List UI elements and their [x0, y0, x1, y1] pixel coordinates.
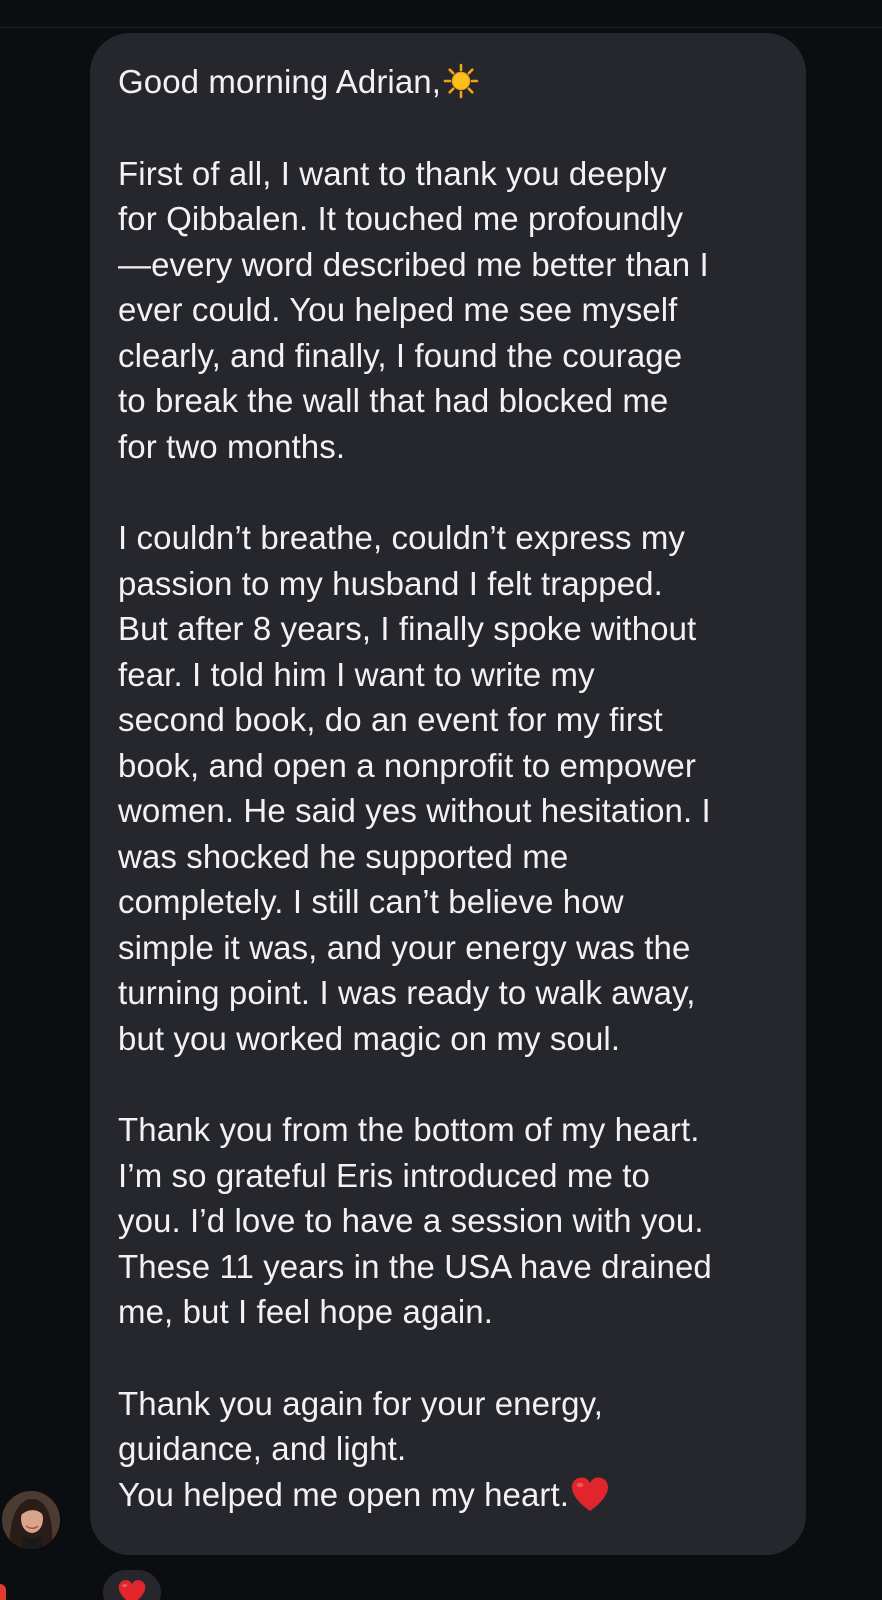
paragraph-3: Thank you from the bottom of my heart. I… — [118, 1111, 712, 1330]
greeting-text: Good morning Adrian, — [118, 63, 442, 100]
sun-icon — [443, 63, 479, 99]
paragraph-2: I couldn’t breathe, couldn’t express my … — [118, 519, 711, 1057]
closing-line: You helped me open my heart. — [118, 1475, 570, 1513]
header-divider — [0, 27, 882, 28]
red-heart-icon — [118, 1580, 146, 1600]
unread-indicator — [0, 1584, 6, 1600]
greeting-paragraph: Good morning Adrian, — [118, 59, 776, 105]
avatar-photo — [2, 1491, 60, 1549]
sender-avatar[interactable] — [2, 1491, 60, 1549]
closing-paragraph: Thank you again for your energy, guidanc… — [118, 1381, 776, 1518]
chat-screen: Good morning Adrian, First of all, I wan… — [0, 0, 882, 1600]
incoming-message-bubble[interactable]: Good morning Adrian, First of all, I wan… — [90, 33, 806, 1555]
paragraph-1: First of all, I want to thank you deeply… — [118, 154, 709, 465]
heart-reaction[interactable] — [99, 1566, 165, 1600]
message-text: Good morning Adrian, First of all, I wan… — [118, 59, 776, 1517]
red-heart-icon — [572, 1477, 609, 1511]
